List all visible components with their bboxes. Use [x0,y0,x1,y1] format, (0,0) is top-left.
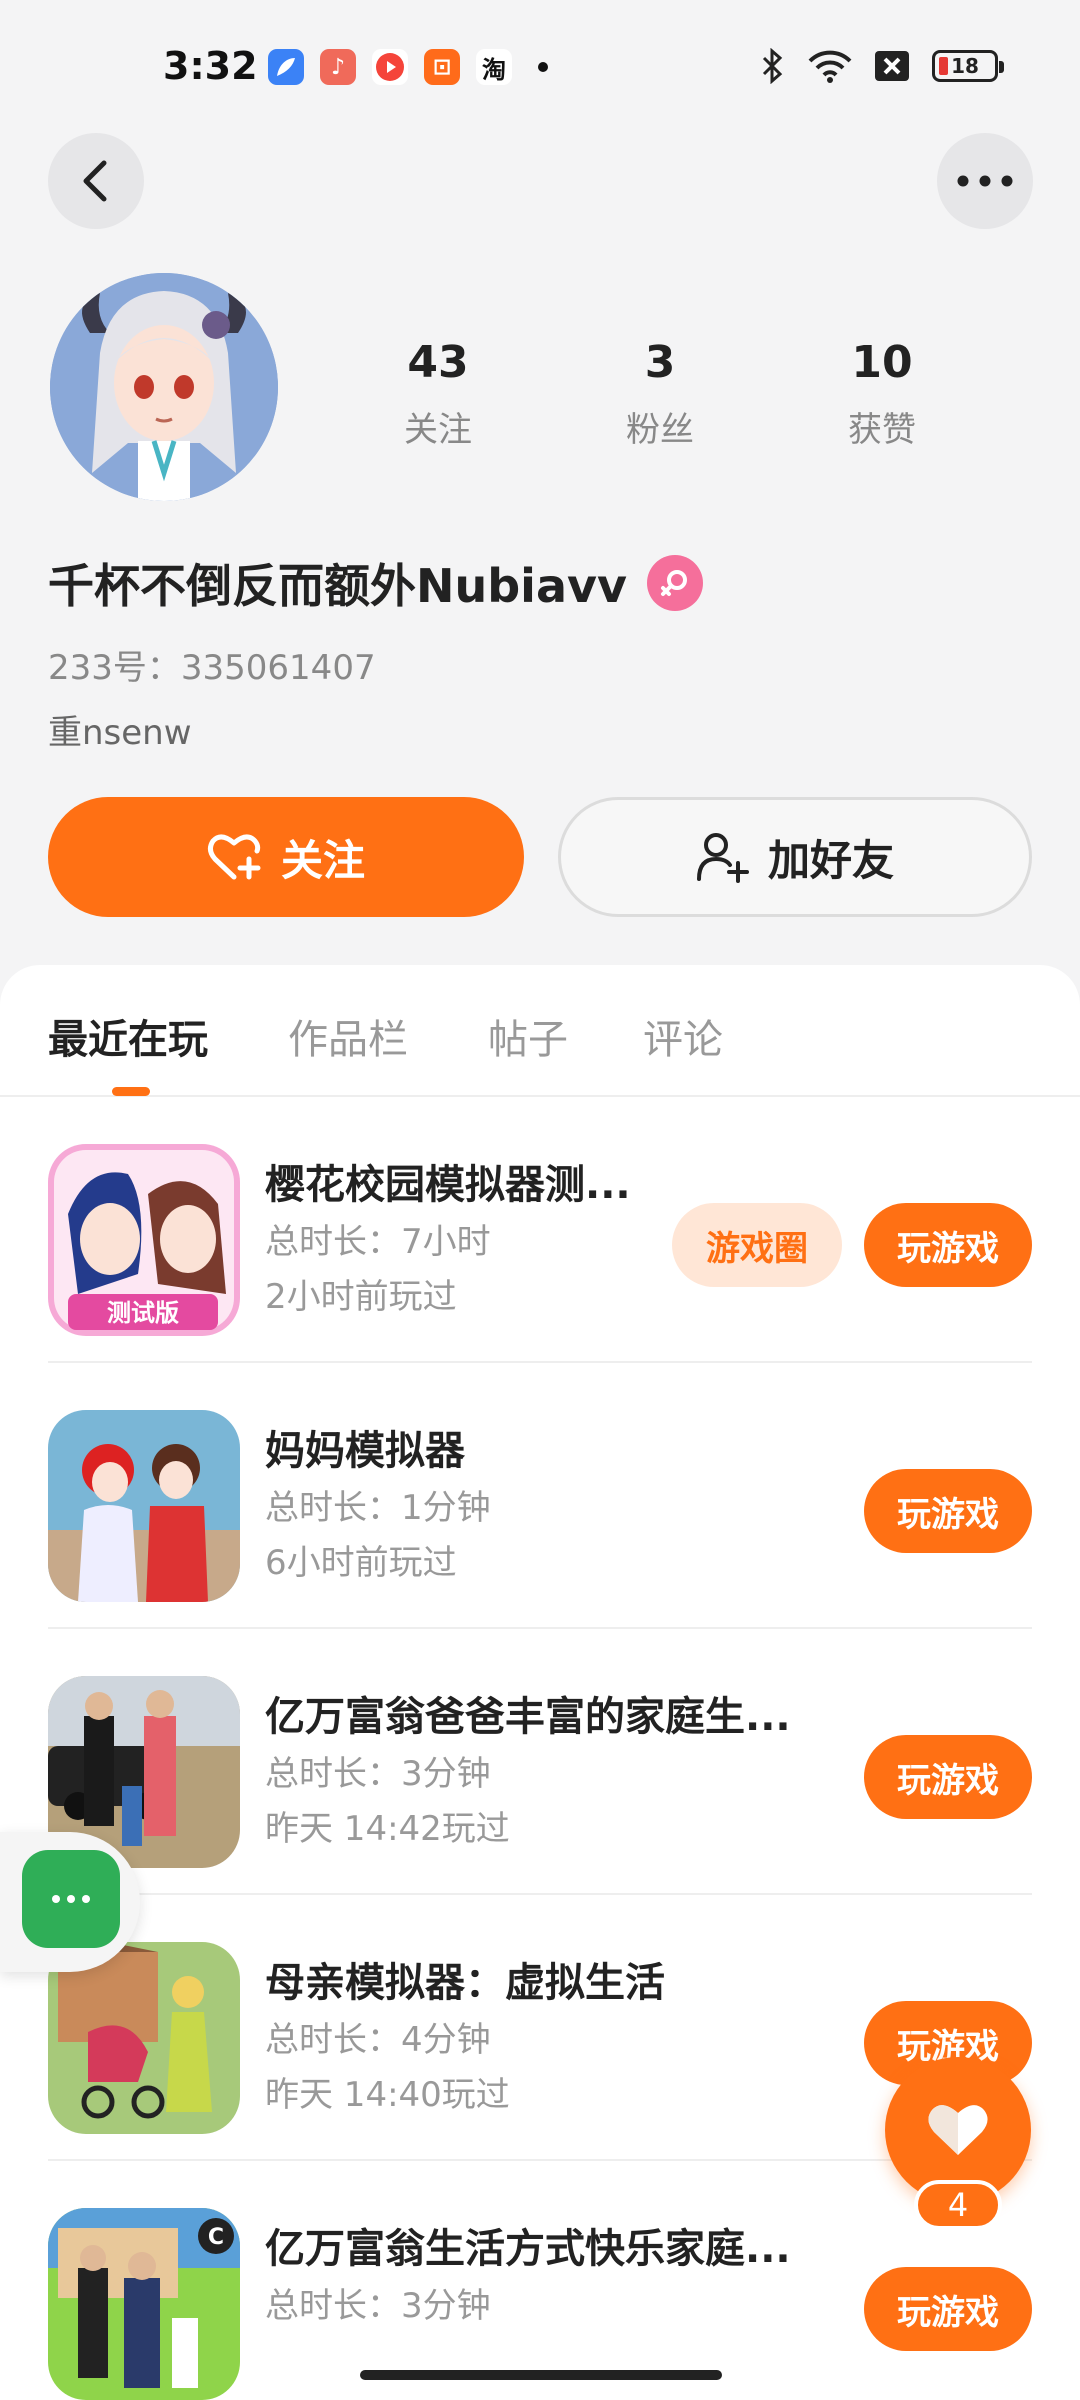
chat-dots-icon [52,1895,90,1903]
game-last-played: 昨天 14:42玩过 [265,1809,510,1849]
svg-text:C: C [208,2225,224,2250]
tab-comments[interactable]: 评论 [643,1007,723,1065]
battery-level: 18 [951,54,979,78]
floating-chat-button[interactable] [22,1850,120,1948]
game-title: 妈妈模拟器 [265,1428,465,1474]
game-last-played: 6小时前玩过 [265,1543,457,1583]
tab-posts[interactable]: 帖子 [488,1007,568,1065]
tab-recently-played[interactable]: 最近在玩 [48,1007,208,1065]
video-app-icon [372,49,408,85]
taobao-app-icon: 淘 [476,49,512,85]
game-row[interactable]: 妈妈模拟器 总时长：1分钟 6小时前玩过 玩游戏 [48,1363,1032,1629]
game-row[interactable]: 测试版 樱花校园模拟器测... 总时长：7小时 2小时前玩过 游戏圈 玩游戏 [48,1097,1032,1363]
follow-button[interactable]: 关注 [48,797,524,917]
heart-icon [928,2105,988,2155]
stat-likes[interactable]: 10 获赞 [802,338,962,451]
status-system-icons: 18 [760,48,1004,84]
add-user-icon [696,833,749,883]
game-icon-sakura-school[interactable]: 测试版 [48,1144,240,1336]
stat-likes-label: 获赞 [848,410,916,450]
play-game-button[interactable]: 玩游戏 [864,1469,1032,1553]
stat-following[interactable]: 43 关注 [358,338,518,451]
stat-fans-label: 粉丝 [626,410,694,450]
stat-fans[interactable]: 3 粉丝 [580,338,740,451]
game-duration: 总时长：4分钟 [265,2020,491,2060]
back-button[interactable] [48,133,144,229]
game-last-played: 2小时前玩过 [265,1277,457,1317]
stat-following-label: 关注 [404,410,472,450]
status-app-icons: ♪ ⊡ 淘 [268,49,548,85]
play-game-button[interactable]: 玩游戏 [864,2267,1032,2351]
game-icon-mom-simulator[interactable] [48,1410,240,1602]
stat-likes-count: 10 [851,337,913,388]
game-duration: 总时长：7小时 [265,1222,491,1262]
game-row[interactable]: 母亲模拟器：虚拟生活 总时长：4分钟 昨天 14:40玩过 玩游戏 [48,1895,1032,2161]
status-time: 3:32 [163,44,258,88]
music-app-icon: ♪ [320,49,356,85]
game-duration: 总时长：3分钟 [265,1754,491,1794]
tab-active-indicator [112,1087,150,1096]
no-sim-icon [875,51,909,81]
tab-works[interactable]: 作品栏 [288,1007,408,1065]
game-title: 亿万富翁爸爸丰富的家庭生... [265,1694,791,1740]
game-duration: 总时长：3分钟 [265,2286,491,2326]
svg-text:测试版: 测试版 [107,1299,179,1327]
wifi-icon [808,50,852,83]
follow-label: 关注 [280,835,365,885]
add-friend-button[interactable]: 加好友 [558,797,1032,917]
kuaishou-app-icon: ⊡ [424,49,460,85]
user-bio: 重nsenw [48,713,192,753]
battery-indicator: 18 [932,50,1004,82]
game-row[interactable]: C 亿万富翁生活方式快乐家庭... 总时长：3分钟 玩游戏 [48,2161,1032,2400]
more-dots-icon [957,175,1013,187]
game-icon-billionaire-lifestyle[interactable]: C [48,2208,240,2400]
heart-plus-icon [207,834,261,880]
more-options-button[interactable] [937,133,1033,229]
game-circle-button[interactable]: 游戏圈 [672,1203,842,1287]
bluetooth-icon [762,48,783,84]
user-id: 233号：335061407 [48,648,376,688]
feather-app-icon [268,49,304,85]
play-game-button[interactable]: 玩游戏 [864,1203,1032,1287]
chevron-left-icon [83,160,107,202]
username-row: 千杯不倒反而额外Nubiavv [48,550,703,616]
game-title: 亿万富翁生活方式快乐家庭... [265,2226,791,2272]
add-friend-label: 加好友 [767,835,894,885]
game-title: 樱花校园模拟器测... [265,1162,631,1208]
avatar[interactable] [50,273,278,501]
tab-bar: 最近在玩 作品栏 帖子 评论 [0,965,1080,1097]
status-bar: 3:32 ♪ ⊡ 淘 18 [0,0,1080,130]
username: 千杯不倒反而额外Nubiavv [48,559,627,613]
female-gender-icon [646,555,703,611]
like-count-badge: 4 [914,2180,1002,2230]
home-indicator[interactable] [360,2370,722,2380]
game-last-played: 昨天 14:40玩过 [265,2075,510,2115]
notification-dot-icon [538,62,548,72]
game-row[interactable]: 亿万富翁爸爸丰富的家庭生... 总时长：3分钟 昨天 14:42玩过 玩游戏 [48,1629,1032,1895]
game-title: 母亲模拟器：虚拟生活 [265,1960,665,2006]
play-game-button[interactable]: 玩游戏 [864,1735,1032,1819]
game-duration: 总时长：1分钟 [265,1488,491,1528]
stat-following-count: 43 [407,337,469,388]
stat-fans-count: 3 [644,337,676,388]
